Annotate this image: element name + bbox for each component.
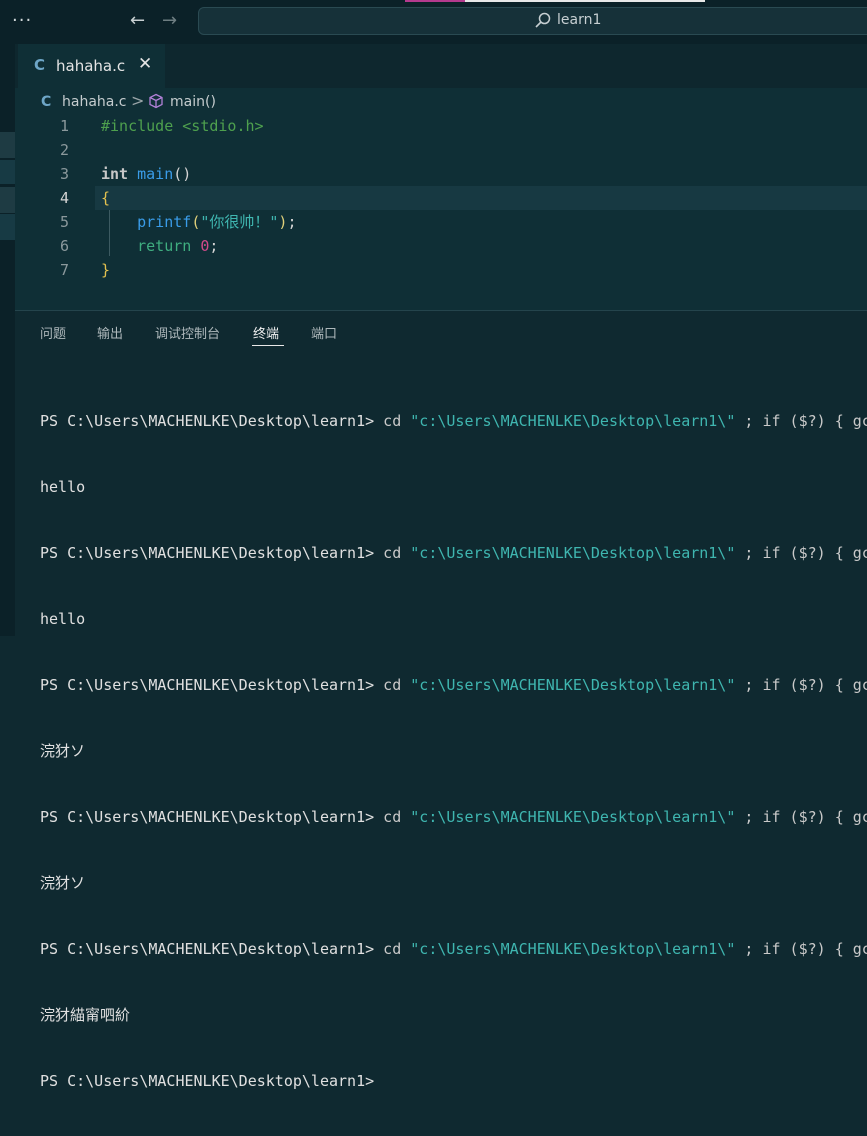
bottom-panel: 问题 输出 调试控制台 终端 端口 PS C:\Users\MACHENLKE\… <box>15 310 867 1090</box>
accent-strip-light <box>465 0 705 2</box>
code-line[interactable]: 5 printf("你很帅！"); <box>15 210 867 234</box>
search-icon <box>535 12 551 28</box>
code-line[interactable]: 2 <box>15 138 867 162</box>
terminal-line: 浣犲ソ <box>40 874 86 892</box>
tab-problems[interactable]: 问题 <box>40 323 66 342</box>
code-text: printf("你很帅！"); <box>137 213 297 231</box>
accent-strip <box>405 0 465 2</box>
breadcrumb-symbol[interactable]: main() <box>170 94 216 110</box>
code-text: #include <stdio.h> <box>101 117 264 135</box>
code-line[interactable]: 7 } <box>15 258 867 282</box>
code-line[interactable]: 6 return 0; <box>15 234 867 258</box>
terminal-line: hello <box>40 478 86 496</box>
terminal-output[interactable]: PS C:\Users\MACHENLKE\Desktop\learn1> cd… <box>40 366 867 1136</box>
forward-arrow-icon[interactable]: → <box>162 10 177 31</box>
c-file-icon: C <box>34 56 46 74</box>
terminal-line: PS C:\Users\MACHENLKE\Desktop\learn1> cd… <box>40 808 867 826</box>
menu-more-icon[interactable]: ··· <box>12 10 32 31</box>
title-bar: ··· ← → learn1 <box>0 0 867 44</box>
terminal-line: 浣犲緢甯呬紒 <box>40 1006 131 1024</box>
terminal-line: 浣犲ソ <box>40 742 86 760</box>
terminal-line: PS C:\Users\MACHENLKE\Desktop\learn1> <box>40 1072 375 1090</box>
tab-terminal[interactable]: 终端 <box>253 323 279 342</box>
line-number: 3 <box>59 165 69 183</box>
line-number: 7 <box>59 261 69 279</box>
activity-item[interactable] <box>0 187 15 213</box>
line-number: 6 <box>59 237 69 255</box>
line-number: 5 <box>59 213 69 231</box>
command-center-search[interactable]: learn1 <box>198 7 867 35</box>
code-text: int main() <box>101 165 192 183</box>
search-label: learn1 <box>557 12 602 28</box>
code-text: { <box>101 189 111 207</box>
activity-item[interactable] <box>0 214 15 240</box>
code-editor[interactable]: C hahaha.c > main() 1 #include <stdio.h>… <box>15 88 867 310</box>
back-arrow-icon[interactable]: ← <box>130 10 145 31</box>
terminal-line: hello <box>40 610 86 628</box>
activity-bar <box>0 44 15 636</box>
breadcrumb-separator: > <box>131 91 145 110</box>
tab-output[interactable]: 输出 <box>97 323 123 342</box>
code-text: return 0; <box>137 237 219 255</box>
terminal-line: PS C:\Users\MACHENLKE\Desktop\learn1> cd… <box>40 676 867 694</box>
c-file-icon: C <box>41 94 52 110</box>
cube-icon <box>149 93 163 109</box>
line-number: 4 <box>59 189 69 207</box>
code-text: } <box>101 261 111 279</box>
activity-item[interactable] <box>0 132 15 158</box>
active-tab-indicator <box>252 345 284 346</box>
code-line[interactable]: 1 #include <stdio.h> <box>15 114 867 138</box>
line-number: 2 <box>59 141 69 159</box>
line-number: 1 <box>59 117 69 135</box>
tab-debug-console[interactable]: 调试控制台 <box>155 323 220 342</box>
terminal-line: PS C:\Users\MACHENLKE\Desktop\learn1> cd… <box>40 940 867 958</box>
code-line[interactable]: 3 int main() <box>15 162 867 186</box>
terminal-line: PS C:\Users\MACHENLKE\Desktop\learn1> cd… <box>40 412 867 430</box>
code-line[interactable]: 4 { <box>15 186 867 210</box>
tab-ports[interactable]: 端口 <box>311 323 337 342</box>
close-icon[interactable]: ✕ <box>138 54 152 74</box>
tab-label: hahaha.c <box>56 57 126 75</box>
terminal-line: PS C:\Users\MACHENLKE\Desktop\learn1> cd… <box>40 544 867 562</box>
tab-hahaha-c[interactable]: C hahaha.c ✕ <box>18 44 165 88</box>
activity-item[interactable] <box>0 160 15 184</box>
breadcrumb-file[interactable]: hahaha.c <box>62 94 127 110</box>
